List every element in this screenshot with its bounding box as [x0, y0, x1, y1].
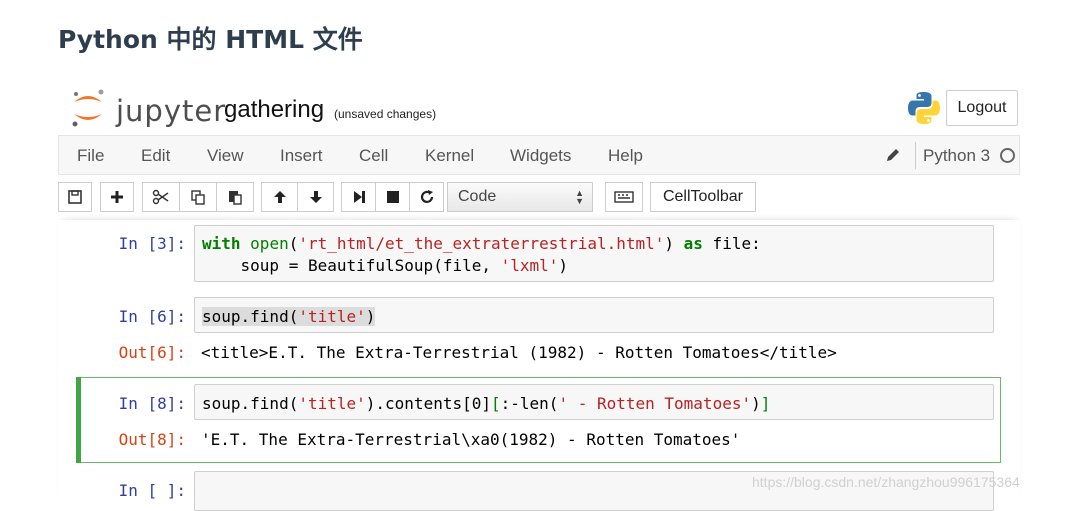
code-token: ]: [760, 394, 771, 413]
jupyter-logo[interactable]: jupyter: [68, 88, 225, 128]
code-token: :-len(: [500, 394, 559, 413]
cell-type-select[interactable]: Code ▲ ▼: [447, 182, 593, 212]
select-caret-icon: ▲ ▼: [575, 188, 584, 206]
code-token: open: [250, 234, 289, 253]
menu-help[interactable]: Help: [608, 146, 643, 166]
code-token: 'title': [298, 307, 366, 326]
cell-output: <title>E.T. The Extra-Terrestrial (1982)…: [201, 343, 837, 362]
code-token: 'title': [298, 394, 366, 413]
code-token: 'rt_html/et_the_extraterrestrial.html': [298, 234, 665, 253]
command-palette-button[interactable]: [605, 182, 643, 212]
code-token: soup.find(: [202, 394, 299, 413]
toolbar: Code ▲ ▼ CellToolbar: [58, 176, 1020, 220]
run-button[interactable]: [341, 182, 376, 212]
move-down-button[interactable]: [297, 182, 334, 212]
menubar: File Edit View Insert Cell Kernel Widget…: [58, 135, 1020, 175]
selected-cell-indicator: [76, 377, 81, 463]
save-button[interactable]: [58, 182, 92, 212]
code-line: soup.find('title').contents[0][:-len(' -…: [202, 394, 770, 413]
menu-cell[interactable]: Cell: [359, 146, 388, 166]
code-line: soup.find('title'): [202, 307, 376, 326]
arrow-up-icon: [273, 191, 286, 203]
code-token: ): [365, 307, 376, 326]
code-line: with open('rt_html/et_the_extraterrestri…: [202, 234, 761, 253]
menu-kernel[interactable]: Kernel: [425, 146, 474, 166]
out-prompt: Out[6]:: [118, 343, 186, 362]
step-forward-icon: [353, 191, 365, 203]
paste-button[interactable]: [216, 182, 254, 212]
menu-widgets[interactable]: Widgets: [510, 146, 571, 166]
kernel-divider: [915, 142, 916, 169]
celltoolbar-button[interactable]: CellToolbar: [650, 182, 756, 212]
code-token: ' - Rotten Tomatoes': [558, 394, 752, 413]
keyboard-icon: [614, 191, 634, 203]
save-status: (unsaved changes): [334, 107, 437, 121]
scissors-icon: [152, 189, 169, 205]
move-up-button[interactable]: [261, 182, 298, 212]
menu-insert[interactable]: Insert: [280, 146, 323, 166]
code-token: file:: [702, 234, 761, 253]
kernel-name[interactable]: Python 3: [923, 146, 990, 166]
menu-view[interactable]: View: [207, 146, 244, 166]
copy-icon: [191, 190, 205, 205]
jupyter-logo-icon: [72, 89, 104, 127]
code-token: 'lxml': [500, 256, 559, 275]
code-token: (: [288, 234, 299, 253]
in-prompt: In [8]:: [118, 394, 186, 413]
stop-icon: [386, 191, 399, 203]
interrupt-button[interactable]: [375, 182, 410, 212]
code-token: ): [751, 394, 761, 413]
out-prompt: Out[8]:: [118, 430, 186, 449]
copy-button[interactable]: [179, 182, 217, 212]
watermark: https://blog.csdn.net/zhangzhou996175364: [752, 474, 1020, 490]
code-token: ): [664, 234, 684, 253]
python-logo-icon: [908, 92, 940, 124]
in-prompt: In [3]:: [118, 234, 186, 253]
code-token: ).contents[0]: [365, 394, 491, 413]
code-line: soup = BeautifulSoup(file, 'lxml'): [202, 256, 569, 275]
jupyter-wordmark: jupyter: [116, 94, 227, 128]
in-prompt: In [6]:: [118, 307, 186, 326]
menu-file[interactable]: File: [77, 146, 104, 166]
arrow-down-icon: [309, 191, 322, 203]
insert-cell-button[interactable]: [100, 182, 134, 212]
restart-button[interactable]: [409, 182, 444, 212]
page-title: Python 中的 HTML 文件: [58, 25, 363, 54]
code-token: soup = BeautifulSoup(file,: [202, 256, 501, 275]
kernel-idle-icon: [1000, 148, 1015, 163]
restart-icon: [420, 190, 433, 203]
code-token: with: [202, 234, 241, 253]
code-input[interactable]: with open('rt_html/et_the_extraterrestri…: [194, 225, 994, 282]
code-input[interactable]: soup.find('title').contents[0][:-len(' -…: [194, 384, 994, 420]
menu-edit[interactable]: Edit: [141, 146, 170, 166]
jupyter-header: jupyter gathering (unsaved changes) Logo…: [58, 84, 1020, 134]
paste-icon: [229, 191, 242, 205]
pencil-icon[interactable]: [885, 147, 901, 163]
code-token: soup.find(: [202, 307, 299, 326]
cut-button[interactable]: [142, 182, 180, 212]
code-input[interactable]: soup.find('title'): [194, 297, 994, 333]
cell-type-value: Code: [458, 188, 497, 205]
code-token: ): [558, 256, 569, 275]
logout-button[interactable]: Logout: [946, 90, 1018, 126]
cell-output: 'E.T. The Extra-Terrestrial\xa0(1982) - …: [201, 430, 741, 449]
notebook-title[interactable]: gathering: [224, 96, 324, 124]
plus-icon: [111, 191, 123, 203]
code-token: as: [683, 234, 703, 253]
in-prompt: In [ ]:: [118, 481, 186, 500]
code-token: [: [491, 394, 501, 413]
save-icon: [68, 190, 82, 204]
